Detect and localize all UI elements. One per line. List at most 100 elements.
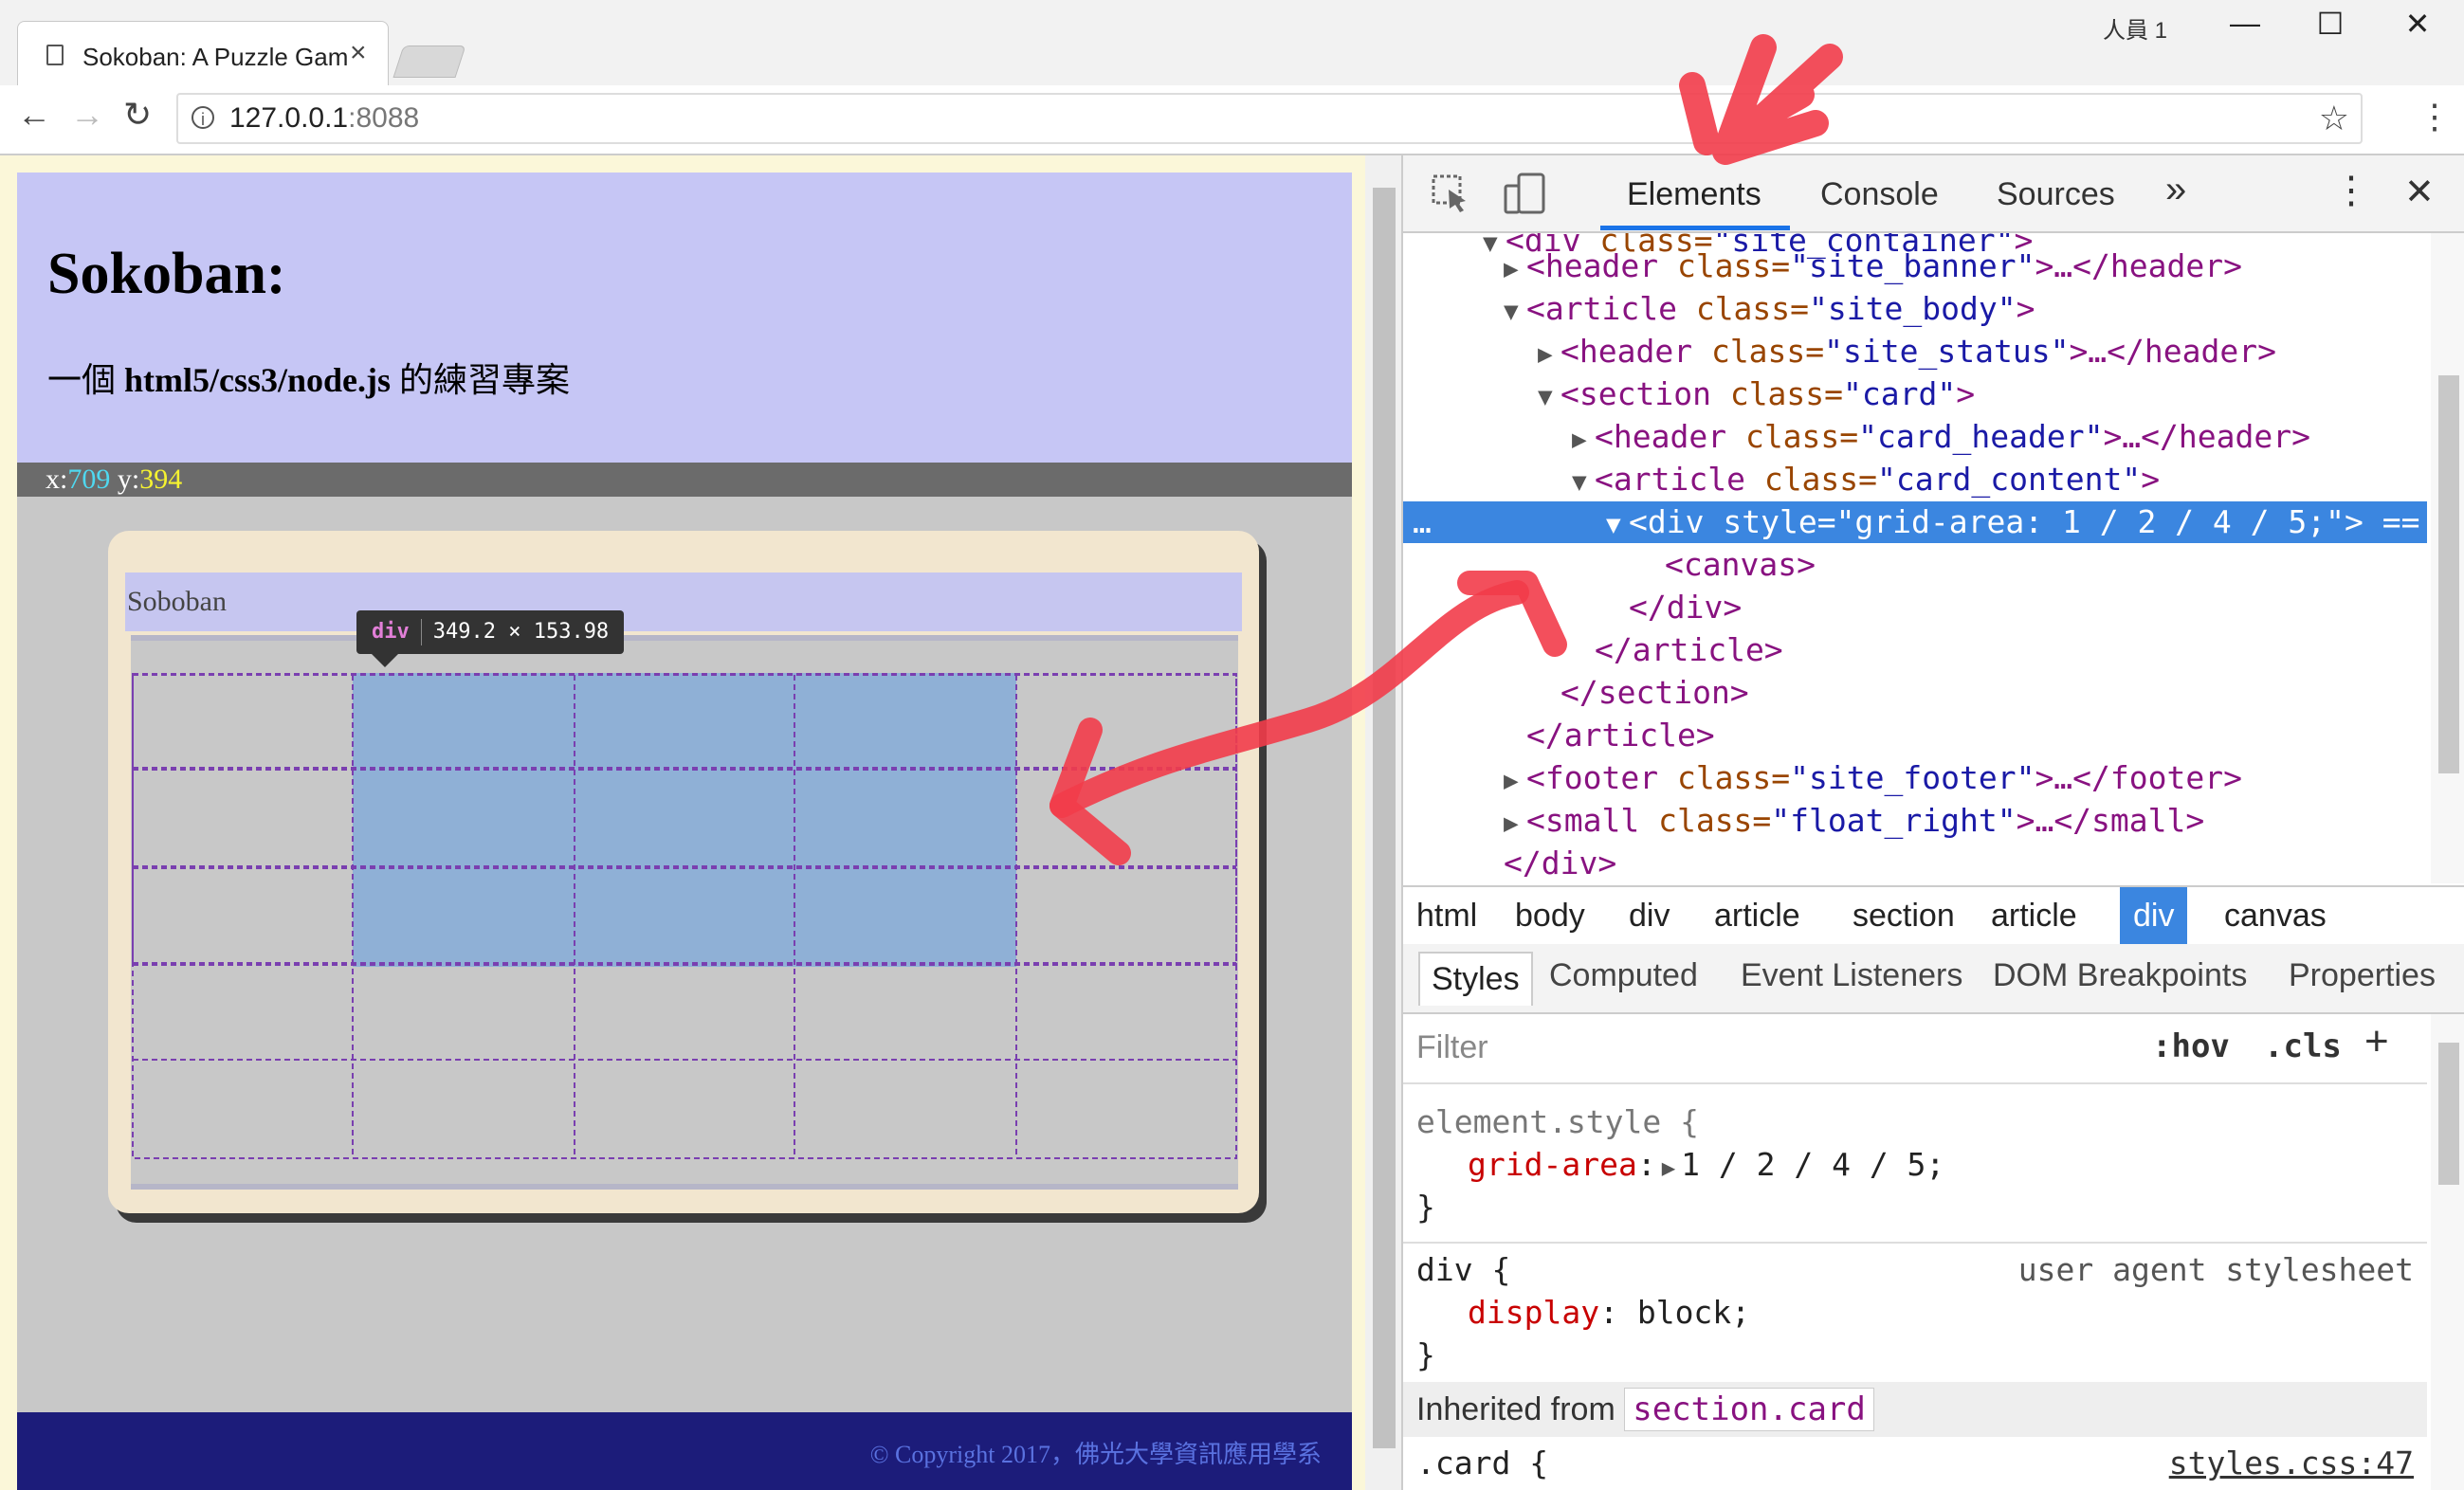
tab-close-icon[interactable]: × [350, 37, 367, 69]
card-selector: .card { [1416, 1445, 1549, 1481]
active-tab-indicator [1600, 226, 1790, 230]
banner-subtitle: 一個 html5/css3/node.js 的練習專案 [47, 353, 570, 402]
devtools-menu-icon[interactable]: ⋮ [2332, 169, 2370, 212]
new-rule-plus-icon[interactable]: + [2364, 1018, 2389, 1065]
tree-node[interactable]: ▶ <footer class="site_footer">…</footer> [1403, 757, 2464, 799]
tree-node[interactable]: ▶ <header class="site_status">…</header> [1403, 331, 2464, 372]
ua-origin: user agent stylesheet [2017, 1251, 2414, 1288]
crumb-article-2[interactable]: article [1978, 887, 2090, 944]
selected-ellipsis[interactable]: … [1403, 501, 1606, 543]
hov-toggle[interactable]: :hov [2152, 1027, 2230, 1065]
page-scrollbar[interactable] [1365, 155, 1401, 1490]
crumb-div-selected[interactable]: div [2120, 887, 2188, 944]
expand-arrow-icon[interactable]: ▶ [1504, 760, 1526, 802]
tab-event-listeners[interactable]: Event Listeners [1741, 957, 1962, 994]
maximize-icon[interactable]: ☐ [2302, 6, 2359, 42]
subtitle-prefix: 一個 [47, 361, 125, 399]
tab-properties[interactable]: Properties [2289, 957, 2436, 994]
profile-label[interactable]: 人員 1 [2103, 11, 2167, 45]
tree-node-selected[interactable]: … ▼ <div style="grid-area: 1 / 2 / 4 / 5;"… [1403, 501, 2427, 543]
crumb-body[interactable]: body [1502, 887, 1598, 944]
window-close-icon[interactable]: ✕ [2389, 6, 2446, 42]
info-icon[interactable]: i [192, 106, 214, 129]
node-val: "card_content" [1877, 461, 2142, 498]
close-brace: } [1416, 1189, 1435, 1226]
cls-toggle[interactable]: .cls [2264, 1027, 2342, 1065]
inspect-tooltip: div 349.2 × 153.98 [356, 610, 625, 654]
inspect-element-icon[interactable] [1430, 173, 1471, 224]
tab-title: Sokoban: A Puzzle Gam [82, 43, 348, 71]
expand-arrow-icon[interactable]: ▶ [1572, 419, 1595, 461]
tree-scroll-thumb[interactable] [2438, 375, 2459, 773]
device-toolbar-icon[interactable] [1502, 173, 1547, 224]
devtools-close-icon[interactable]: ✕ [2404, 171, 2435, 213]
expand-arrow-icon[interactable]: ▶ [1504, 803, 1526, 845]
styles-scrollbar[interactable] [2431, 1014, 2464, 1490]
styles-scroll-thumb[interactable] [2438, 1043, 2459, 1185]
styles-tab-bar: Styles Computed Event Listeners DOM Brea… [1403, 944, 2464, 1014]
expand-arrow-icon[interactable]: ▶ [1504, 248, 1526, 290]
browser-menu-icon[interactable]: ⋮ [2418, 97, 2452, 136]
tree-scrollbar[interactable] [2431, 233, 2464, 883]
address-bar[interactable]: i 127.0.0.1:8088 ☆ [176, 93, 2363, 144]
tree-node[interactable]: ▶ <header class="site_banner">…</header> [1403, 245, 2464, 287]
div-ua-rule: div {user agent stylesheet display: bloc… [1416, 1251, 2427, 1373]
node-val: "grid-area: 1 / 2 / 4 / 5;" [1835, 503, 2345, 540]
tree-node[interactable]: </article> [1403, 629, 2464, 671]
tree-node[interactable]: ▶ <small class="float_right">…</small> [1403, 800, 2464, 842]
tab-sources[interactable]: Sources [1997, 176, 2115, 213]
crumb-article[interactable]: article [1701, 887, 1814, 944]
tree-node[interactable]: </section> [1403, 672, 2464, 714]
site-status: x:709 y:394 [17, 463, 1352, 497]
tab-computed[interactable]: Computed [1549, 957, 1698, 994]
node-attr: class= [1710, 375, 1844, 412]
tree-node[interactable]: ▼ <section class="card"> [1403, 373, 2464, 415]
expand-triangle-icon[interactable]: ▶ [1662, 1154, 1675, 1181]
expand-arrow-icon[interactable]: ▼ [1538, 376, 1561, 418]
tree-node[interactable]: ▶ <header class="card_header">…</header> [1403, 416, 2464, 458]
crumb-section[interactable]: section [1839, 887, 1968, 944]
inherited-link[interactable]: section.card [1624, 1388, 1874, 1431]
tab-styles[interactable]: Styles [1418, 952, 1533, 1006]
more-tabs-icon[interactable]: » [2165, 169, 2186, 211]
bookmark-star-icon[interactable]: ☆ [2319, 99, 2349, 138]
expand-arrow-icon[interactable]: ▼ [1504, 291, 1526, 333]
expand-arrow-icon[interactable]: ▶ [1538, 334, 1561, 375]
tree-node[interactable]: </div> [1403, 843, 2464, 883]
node-attr: class= [1658, 247, 1791, 284]
filter-input[interactable]: Filter [1416, 1029, 1488, 1066]
forward-icon[interactable]: → [70, 95, 104, 135]
node-tag: <header [1561, 333, 1693, 370]
crumb-div[interactable]: div [1615, 887, 1683, 944]
node-tag: </section> [1561, 674, 1749, 711]
reload-icon[interactable]: ↻ [123, 95, 152, 135]
minimize-icon[interactable]: — [2217, 6, 2273, 41]
tree-node[interactable]: </article> [1403, 715, 2464, 756]
grid-area-prop[interactable]: grid-area [1468, 1146, 1637, 1183]
copyright-text: © Copyright 2017，佛光大學資訊應用學系 [869, 1441, 1322, 1468]
expand-arrow-icon[interactable]: ▼ [1606, 504, 1629, 546]
tab-dom-breakpoints[interactable]: DOM Breakpoints [1993, 957, 2247, 994]
tab-console[interactable]: Console [1820, 176, 1939, 213]
crumb-canvas[interactable]: canvas [2211, 887, 2340, 944]
card-source-link[interactable]: styles.css:47 [2169, 1445, 2414, 1481]
grid-area-declaration[interactable]: grid-area: ▶ 1 / 2 / 4 / 5; [1416, 1146, 2440, 1183]
tooltip-arrow [372, 654, 398, 667]
tree-node[interactable]: ▼ <article class="card_content"> [1403, 459, 2464, 500]
grid-area-value[interactable]: 1 / 2 / 4 / 5; [1681, 1146, 1944, 1183]
expand-arrow-icon[interactable]: ▼ [1572, 462, 1595, 503]
page-scroll-thumb[interactable] [1373, 188, 1396, 1448]
display-value: block; [1636, 1294, 1751, 1331]
url-text[interactable]: 127.0.0.1:8088 [229, 102, 419, 135]
node-attr: class= [1692, 333, 1825, 370]
tree-node[interactable]: ▼ <article class="site_body"> [1403, 288, 2464, 330]
tree-node[interactable]: </div> [1403, 587, 2464, 628]
new-tab-button[interactable] [392, 45, 466, 78]
crumb-html[interactable]: html [1403, 887, 1490, 944]
back-icon[interactable]: ← [17, 95, 51, 135]
site-banner: Sokoban: 一個 html5/css3/node.js 的練習專案 [17, 173, 1352, 463]
tab-elements[interactable]: Elements [1627, 176, 1761, 213]
node-val: "card_header" [1858, 418, 2104, 455]
tree-node[interactable]: <canvas> [1403, 544, 2464, 586]
browser-tab[interactable]: Sokoban: A Puzzle Gam × [17, 21, 389, 86]
